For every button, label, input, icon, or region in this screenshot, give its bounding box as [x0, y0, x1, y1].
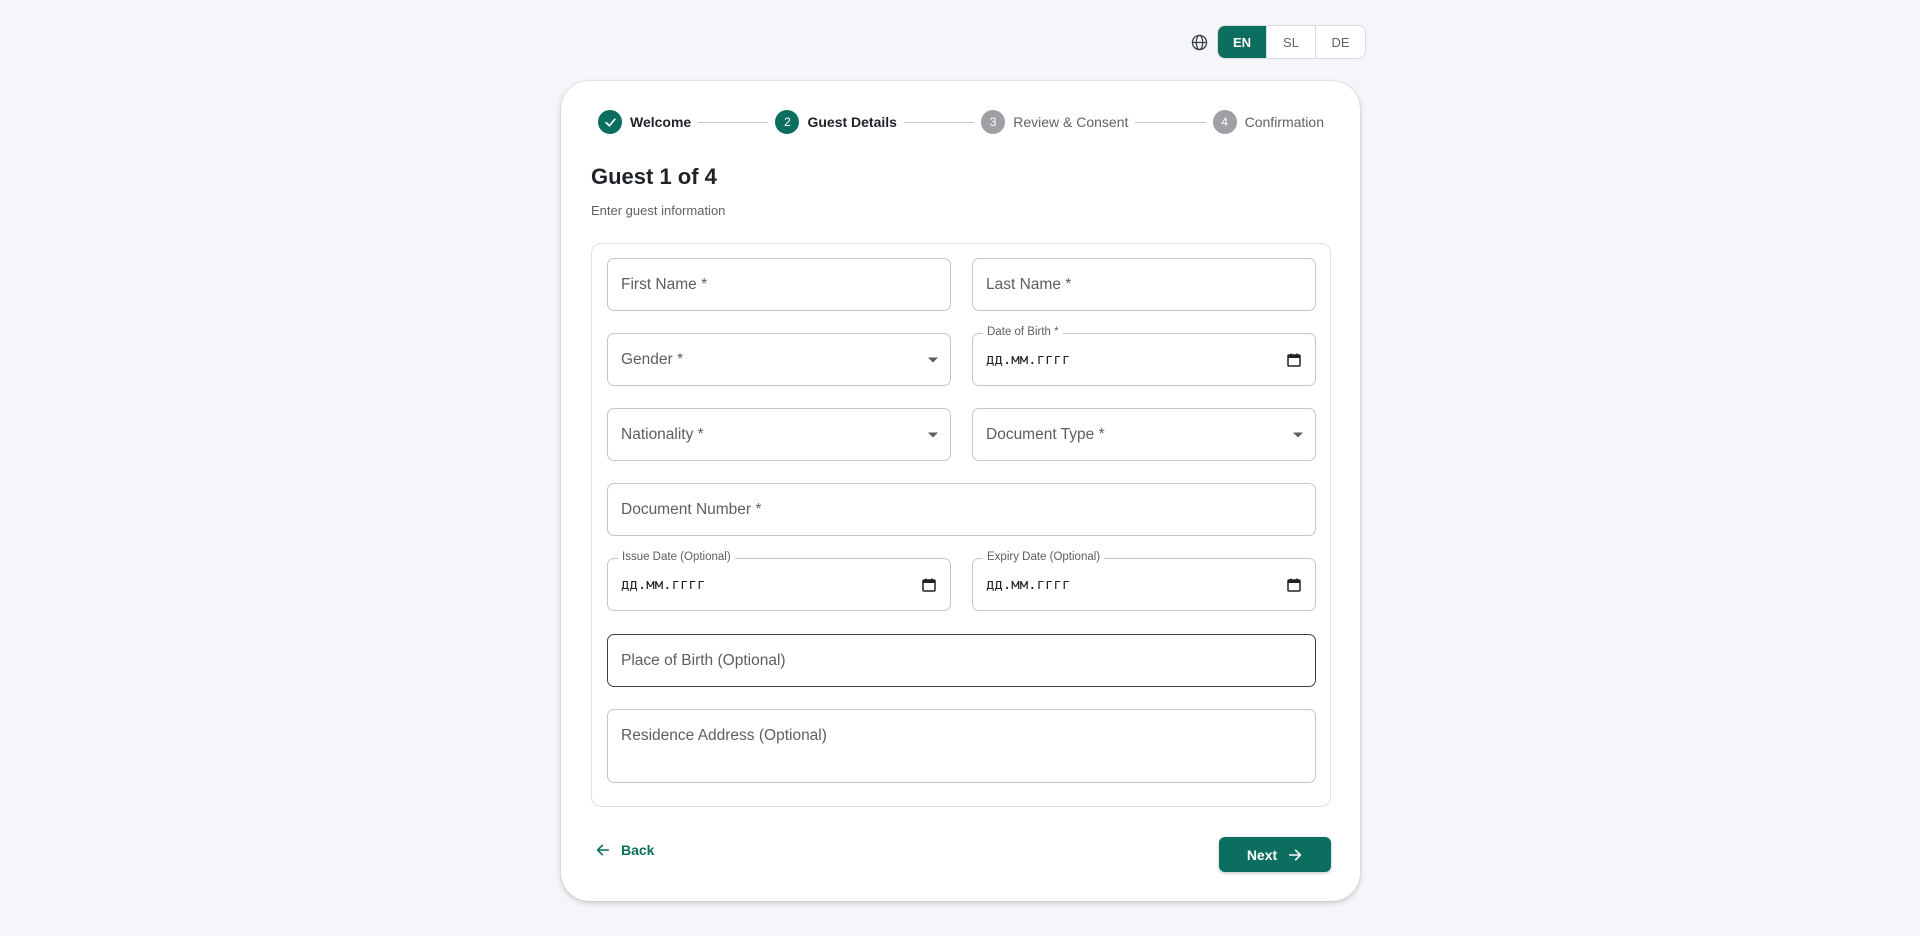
step-connector — [1135, 121, 1206, 123]
residence-address-label: Residence Address (Optional) — [621, 727, 827, 744]
back-button[interactable]: Back — [595, 842, 654, 858]
back-label: Back — [621, 842, 655, 858]
chevron-down-icon — [1293, 432, 1303, 437]
calendar-icon[interactable] — [1287, 578, 1301, 592]
step-connector — [698, 121, 769, 123]
next-button[interactable]: Next — [1219, 837, 1331, 872]
issue-date-label: Issue Date (Optional) — [618, 551, 735, 563]
language-options: EN SL DE — [1217, 25, 1366, 59]
residence-address-field[interactable]: Residence Address (Optional) — [607, 709, 1316, 783]
globe-icon — [1189, 32, 1209, 52]
first-name-label: First Name * — [621, 275, 708, 293]
issue-date-field[interactable]: Issue Date (Optional) дд.мм.гггг — [607, 551, 951, 611]
step-label: Welcome — [630, 114, 692, 130]
step-review-consent: 3 Review & Consent — [981, 110, 1128, 134]
date-of-birth-label: Date of Birth * — [983, 326, 1063, 338]
page-subtitle: Enter guest information — [591, 203, 726, 218]
date-of-birth-field[interactable]: Date of Birth * дд.мм.гггг — [972, 326, 1316, 386]
date-of-birth-value: дд.мм.гггг — [986, 351, 1071, 368]
step-connector — [903, 121, 975, 123]
chevron-down-icon — [928, 432, 938, 437]
step-welcome: Welcome — [598, 110, 691, 134]
arrow-right-icon — [1289, 849, 1302, 860]
document-number-label: Document Number * — [621, 500, 762, 518]
step-number: 3 — [981, 110, 1006, 134]
arrow-left-icon — [596, 844, 610, 856]
step-guest-details: 2 Guest Details — [775, 110, 897, 134]
check-icon — [598, 110, 622, 134]
nationality-select[interactable]: Nationality * — [607, 408, 951, 461]
expiry-date-label: Expiry Date (Optional) — [983, 551, 1105, 563]
language-option-sl[interactable]: SL — [1267, 26, 1316, 58]
step-number: 2 — [775, 110, 800, 134]
expiry-date-value: дд.мм.гггг — [986, 576, 1071, 593]
document-number-field[interactable]: Document Number * — [607, 483, 1316, 536]
next-label: Next — [1246, 846, 1278, 863]
issue-date-value: дд.мм.гггг — [621, 576, 706, 593]
progress-stepper: Welcome 2 Guest Details 3 Review & Conse… — [598, 110, 1324, 134]
step-confirmation: 4 Confirmation — [1212, 110, 1324, 134]
step-number: 4 — [1212, 110, 1237, 134]
guest-form: First Name * Last Name * Gender * Date o… — [591, 243, 1331, 807]
gender-label: Gender * — [621, 350, 684, 368]
last-name-field[interactable]: Last Name * — [972, 258, 1316, 311]
calendar-icon[interactable] — [922, 578, 936, 592]
step-label: Guest Details — [807, 114, 897, 130]
document-type-label: Document Type * — [986, 425, 1105, 443]
step-label: Review & Consent — [1013, 114, 1129, 130]
document-type-select[interactable]: Document Type * — [972, 408, 1316, 461]
language-switcher: EN SL DE — [1189, 25, 1366, 59]
gender-select[interactable]: Gender * — [607, 333, 951, 386]
chevron-down-icon — [928, 357, 938, 362]
place-of-birth-field[interactable]: Place of Birth (Optional) — [607, 634, 1316, 687]
step-label: Confirmation — [1244, 114, 1324, 130]
language-option-de[interactable]: DE — [1316, 26, 1365, 58]
expiry-date-field[interactable]: Expiry Date (Optional) дд.мм.гггг — [972, 551, 1316, 611]
first-name-field[interactable]: First Name * — [607, 258, 951, 311]
page-title: Guest 1 of 4 — [591, 164, 717, 189]
calendar-icon[interactable] — [1287, 353, 1301, 367]
last-name-label: Last Name * — [986, 275, 1072, 293]
language-option-en[interactable]: EN — [1218, 26, 1267, 58]
nationality-label: Nationality * — [621, 425, 704, 443]
place-of-birth-label: Place of Birth (Optional) — [621, 651, 786, 669]
